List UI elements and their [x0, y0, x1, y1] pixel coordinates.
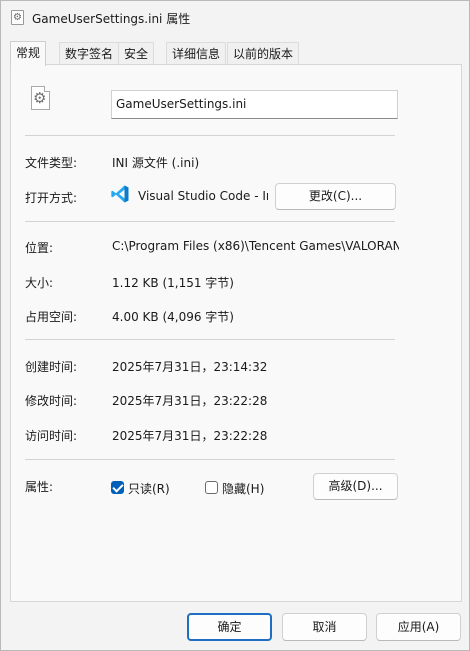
size-on-disk-value: 4.00 KB (4,096 字节) — [112, 310, 234, 324]
modified-label: 修改时间: — [25, 394, 78, 408]
location-label: 位置: — [25, 241, 54, 255]
accessed-label: 访问时间: — [25, 429, 78, 443]
cancel-button[interactable]: 取消 — [282, 613, 367, 641]
hidden-label[interactable]: 隐藏(H) — [222, 480, 264, 497]
modified-value: 2025年7月31日，23:22:28 — [112, 394, 268, 408]
size-on-disk-label: 占用空间: — [25, 310, 78, 324]
created-value: 2025年7月31日，23:14:32 — [112, 360, 268, 374]
ini-file-gear-icon: ⚙ — [31, 86, 50, 110]
divider — [25, 459, 395, 460]
change-button[interactable]: 更改(C)... — [275, 183, 396, 210]
file-name-input[interactable]: GameUserSettings.ini — [111, 90, 398, 119]
accessed-value: 2025年7月31日，23:22:28 — [112, 429, 268, 443]
size-label: 大小: — [25, 276, 54, 290]
title-bar[interactable]: ⚙ GameUserSettings.ini 属性 — [1, 1, 469, 35]
file-type-value: INI 源文件 (.ini) — [112, 156, 200, 170]
tab-general[interactable]: 常规 — [10, 41, 47, 66]
size-value: 1.12 KB (1,151 字节) — [112, 276, 234, 290]
tab-details[interactable]: 详细信息 — [166, 42, 227, 65]
attributes-label: 属性: — [25, 480, 54, 494]
hidden-checkbox[interactable] — [205, 481, 218, 494]
opens-with-label: 打开方式: — [25, 191, 78, 205]
window-title: GameUserSettings.ini 属性 — [32, 12, 191, 26]
created-label: 创建时间: — [25, 360, 78, 374]
vscode-icon — [111, 185, 129, 203]
general-panel: ⚙ GameUserSettings.ini 文件类型: INI 源文件 (.i… — [10, 64, 462, 602]
advanced-button[interactable]: 高级(D)... — [313, 473, 398, 500]
divider — [25, 339, 395, 340]
location-value: C:\Program Files (x86)\Tencent Games\VAL… — [112, 239, 399, 253]
divider — [25, 135, 395, 136]
tab-previous-versions[interactable]: 以前的版本 — [227, 42, 300, 65]
ini-file-gear-icon: ⚙ — [11, 10, 24, 25]
readonly-label[interactable]: 只读(R) — [128, 480, 170, 497]
tab-digital-signatures[interactable]: 数字签名 — [59, 42, 120, 65]
tab-security[interactable]: 安全 — [118, 42, 155, 65]
apply-button[interactable]: 应用(A) — [376, 613, 461, 641]
readonly-checkbox[interactable] — [111, 481, 124, 494]
properties-window: ⚙ GameUserSettings.ini 属性 常规 数字签名 安全 详细信… — [0, 0, 470, 651]
opens-with-value: Visual Studio Code - In — [138, 189, 268, 203]
divider — [25, 221, 395, 222]
ok-button[interactable]: 确定 — [187, 613, 272, 641]
file-type-label: 文件类型: — [25, 156, 78, 170]
